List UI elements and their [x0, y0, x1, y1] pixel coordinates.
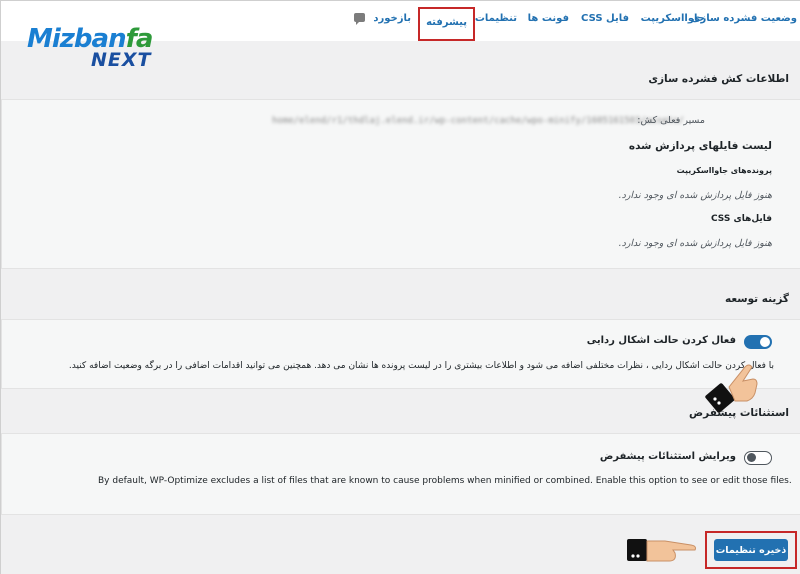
tab-javascript[interactable]: جاوااسکریپت [641, 13, 705, 31]
processed-files-heading: لیست فایلهای پردازش شده [628, 140, 772, 152]
hand-pointer-up-icon [705, 364, 758, 413]
toggle-knob [760, 337, 770, 347]
mizbanfa-logo: Mizbanfa NEXT [27, 25, 167, 75]
edit-exclusions-label: ویرایش استثنائات پیشفرض [599, 451, 736, 462]
tab-advanced[interactable]: پیشرفته [418, 7, 475, 41]
tab-minify-status[interactable]: وضعیت فشرده سازی [691, 13, 797, 31]
css-files-empty: هنوز فایل پردازش شده ای وجود ندارد. [618, 238, 772, 249]
dev-options-panel: فعال کردن حالت اشکال ردایی با فعال کردن … [1, 319, 800, 389]
edit-exclusions-toggle[interactable] [744, 451, 772, 465]
tab-css[interactable]: فایل CSS [581, 13, 629, 31]
debug-mode-label: فعال کردن حالت اشکال ردایی [586, 335, 736, 346]
tab-settings[interactable]: تنظیمات [475, 13, 517, 31]
hand-pointer-right-icon [627, 539, 696, 562]
js-files-label: پرونده‌های جاوااسکریپت [676, 166, 772, 175]
exclusions-description: By default, WP-Optimize excludes a list … [98, 476, 792, 486]
save-settings-button[interactable]: ذخیره تنظیمات [714, 539, 788, 561]
debug-mode-description: با فعال کردن حالت اشکال ردایی ، نظرات مخ… [68, 361, 774, 371]
tab-fonts[interactable]: فونت ها [528, 13, 569, 31]
cache-path-label: مسیر فعلی کش: [637, 115, 705, 126]
speech-bubble-icon [353, 13, 365, 25]
cache-info-panel: home/elend/r1/thdlaj.elend.ir/wp-content… [1, 99, 800, 269]
advanced-settings-content: اطلاعات کش فشرده سازی home/elend/r1/thdl… [1, 41, 800, 574]
save-button-highlight: ذخیره تنظیمات [705, 531, 797, 569]
debug-mode-toggle[interactable] [744, 335, 772, 349]
js-files-empty: هنوز فایل پردازش شده ای وجود ندارد. [618, 190, 772, 201]
tab-feedback[interactable]: بازخورد [353, 13, 411, 31]
exclusions-panel: ویرایش استثنائات پیشفرض By default, WP-O… [1, 433, 800, 515]
cache-info-heading: اطلاعات کش فشرده سازی [648, 73, 789, 85]
css-files-label: فایل‌های CSS [710, 214, 772, 224]
feedback-label: بازخورد [373, 13, 411, 24]
toggle-knob [747, 452, 756, 462]
logo-brand-sub: NEXT [91, 49, 152, 71]
dev-options-heading: گزینه توسعه [724, 293, 789, 305]
